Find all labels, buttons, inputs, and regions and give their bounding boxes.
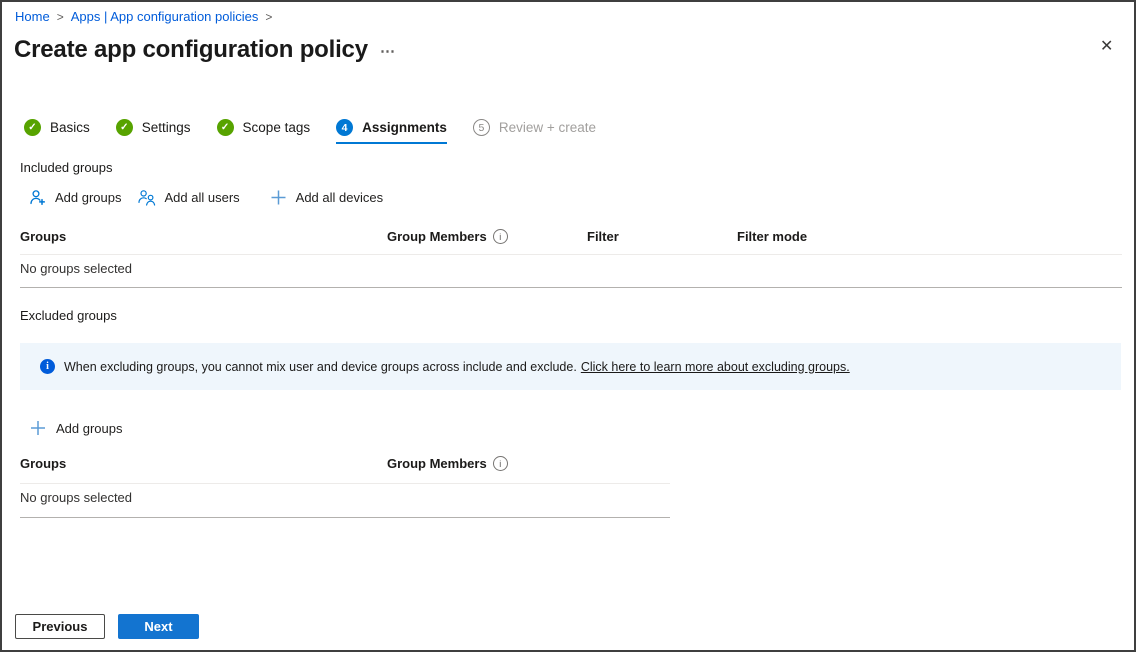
info-icon[interactable]: i xyxy=(493,229,508,244)
more-options-icon[interactable]: ⋯ xyxy=(380,42,395,60)
people-icon xyxy=(138,189,156,206)
divider xyxy=(20,254,1122,255)
info-banner-text: When excluding groups, you cannot mix us… xyxy=(64,360,577,374)
column-header-filter-mode: Filter mode xyxy=(737,229,807,244)
check-icon: ✓ xyxy=(217,119,234,136)
divider xyxy=(20,483,670,484)
learn-more-link[interactable]: Click here to learn more about excluding… xyxy=(581,360,850,374)
check-icon: ✓ xyxy=(116,119,133,136)
divider xyxy=(20,287,1122,288)
tab-settings[interactable]: ✓ Settings xyxy=(116,119,191,144)
button-label: Add groups xyxy=(56,421,123,436)
step-number-badge: 5 xyxy=(473,119,490,136)
button-label: Add all devices xyxy=(296,190,383,205)
excluded-groups-table-header: Groups Group Members i xyxy=(20,456,670,474)
add-groups-button[interactable]: Add groups xyxy=(29,189,122,206)
info-icon[interactable]: i xyxy=(493,456,508,471)
breadcrumb-link-app-configuration-policies[interactable]: Apps | App configuration policies xyxy=(71,9,259,24)
add-all-users-button[interactable]: Add all users xyxy=(138,189,240,206)
tab-assignments[interactable]: 4 Assignments xyxy=(336,119,447,144)
page-title: Create app configuration policy xyxy=(14,36,368,64)
info-banner: i When excluding groups, you cannot mix … xyxy=(20,343,1121,390)
tab-label: Assignments xyxy=(362,120,447,135)
previous-button[interactable]: Previous xyxy=(15,614,105,639)
column-header-label: Group Members xyxy=(387,229,487,244)
tab-basics[interactable]: ✓ Basics xyxy=(24,119,90,144)
chevron-right-icon: > xyxy=(265,10,272,24)
column-header-label: Group Members xyxy=(387,456,487,471)
tab-label: Scope tags xyxy=(243,120,311,135)
column-header-group-members: Group Members i xyxy=(387,229,508,244)
create-app-config-policy-dialog: Home > Apps | App configuration policies… xyxy=(0,0,1136,652)
info-icon: i xyxy=(40,359,55,374)
close-icon[interactable]: ✕ xyxy=(1100,39,1113,55)
column-header-filter: Filter xyxy=(587,229,619,244)
tab-label: Review + create xyxy=(499,120,596,135)
person-add-icon xyxy=(29,189,46,206)
excluded-groups-empty-state: No groups selected xyxy=(20,490,132,505)
step-number-badge: 4 xyxy=(336,119,353,136)
section-heading-excluded-groups: Excluded groups xyxy=(20,308,117,323)
tab-label: Settings xyxy=(142,120,191,135)
tab-label: Basics xyxy=(50,120,90,135)
next-button[interactable]: Next xyxy=(118,614,199,639)
plus-icon xyxy=(30,420,46,436)
column-header-groups: Groups xyxy=(20,229,66,244)
divider xyxy=(20,517,670,518)
add-groups-button-excluded[interactable]: Add groups xyxy=(30,420,123,436)
column-header-group-members: Group Members i xyxy=(387,456,508,471)
plus-icon xyxy=(270,189,287,206)
button-label: Add groups xyxy=(55,190,122,205)
included-groups-toolbar: Add groups Add all users Add all devices xyxy=(29,189,399,206)
breadcrumb: Home > Apps | App configuration policies… xyxy=(15,9,272,24)
check-icon: ✓ xyxy=(24,119,41,136)
section-heading-included-groups: Included groups xyxy=(20,160,113,175)
tab-review-create[interactable]: 5 Review + create xyxy=(473,119,596,144)
add-all-devices-button[interactable]: Add all devices xyxy=(270,189,383,206)
breadcrumb-link-home[interactable]: Home xyxy=(15,9,50,24)
included-groups-table-header: Groups Group Members i Filter Filter mod… xyxy=(20,229,1122,247)
chevron-right-icon: > xyxy=(57,10,64,24)
column-header-groups: Groups xyxy=(20,456,66,471)
tab-scope-tags[interactable]: ✓ Scope tags xyxy=(217,119,311,144)
wizard-steps: ✓ Basics ✓ Settings ✓ Scope tags 4 Assig… xyxy=(24,119,622,144)
included-groups-empty-state: No groups selected xyxy=(20,261,132,276)
button-label: Add all users xyxy=(165,190,240,205)
